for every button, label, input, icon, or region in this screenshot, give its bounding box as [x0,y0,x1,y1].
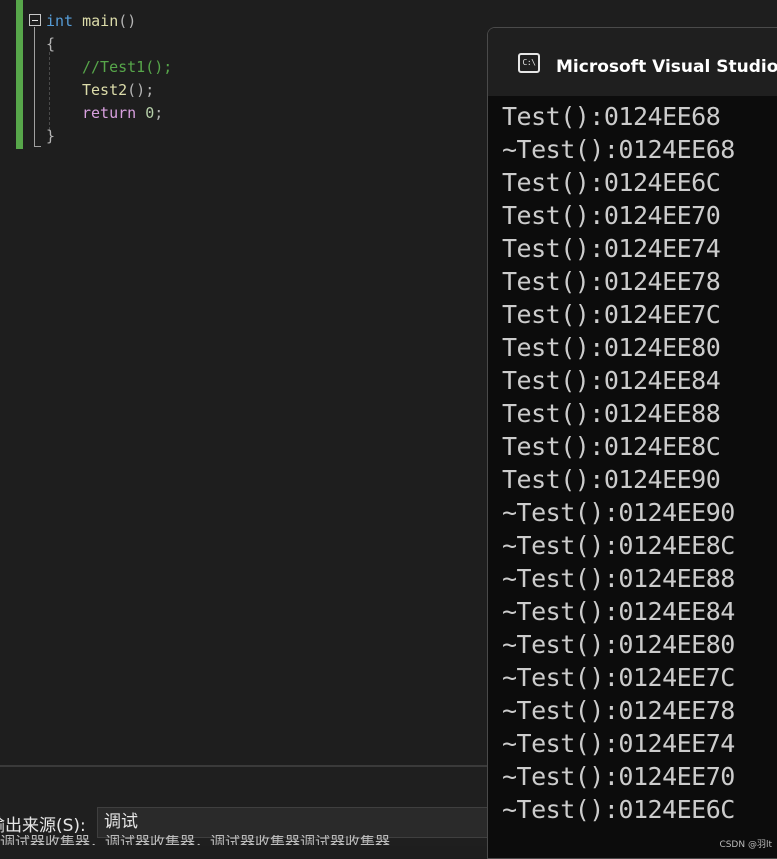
console-line: Test():0124EE6C [502,168,721,197]
code-token: //Test1(); [82,58,173,76]
console-title-bar[interactable]: C:\ Microsoft Visual Studio 调试 [488,28,777,96]
code-token: } [46,127,56,145]
output-source-dropdown[interactable]: 调试 [97,807,517,838]
console-line: Test():0124EE88 [502,399,721,428]
fold-guide-line [34,27,35,147]
output-source-label: 输出来源(S): [0,816,86,836]
console-line: ~Test():0124EE88 [502,564,735,593]
console-line: ~Test():0124EE78 [502,696,735,725]
console-output: Test():0124EE68 ~Test():0124EE68 Test():01… [502,100,735,826]
console-line: ~Test():0124EE7C [502,663,735,692]
code-token: Test2 [82,81,128,99]
code-line[interactable]: { [46,34,55,54]
collapse-toggle-icon[interactable] [29,14,41,26]
console-line: ~Test():0124EE90 [502,498,735,527]
console-line: Test():0124EE84 [502,366,721,395]
code-line[interactable]: int main() [46,11,136,31]
console-line: Test():0124EE74 [502,234,721,263]
code-token: main [82,12,119,30]
console-line: ~Test():0124EE6C [502,795,735,824]
console-app-icon: C:\ [518,53,540,73]
code-token: (); [127,81,155,99]
code-token: () [118,12,137,30]
code-token: int [46,12,74,30]
console-line: ~Test():0124EE84 [502,597,735,626]
console-line: ~Test():0124EE74 [502,729,735,758]
debug-console-window[interactable]: C:\ Microsoft Visual Studio 调试 Test():01… [487,27,777,859]
console-line: Test():0124EE7C [502,300,721,329]
code-line[interactable]: Test2(); [82,80,154,100]
indent-guide [49,52,50,130]
console-line: Test():0124EE8C [502,432,721,461]
console-line: ~Test():0124EE68 [502,135,735,164]
code-token: return [82,104,137,122]
console-line: ~Test():0124EE80 [502,630,735,659]
console-window-title: Microsoft Visual Studio 调试 [556,57,777,77]
code-token: 0 [145,104,155,122]
console-line: Test():0124EE68 [502,102,721,131]
console-line: ~Test():0124EE8C [502,531,735,560]
code-token: { [46,35,56,53]
change-tracking-bar [16,0,23,149]
code-line[interactable]: } [46,126,55,146]
fold-guide-end [34,146,41,147]
code-token: ; [154,104,164,122]
code-line[interactable]: //Test1(); [82,57,172,77]
console-line: Test():0124EE70 [502,201,721,230]
console-line: Test():0124EE80 [502,333,721,362]
console-line: ~Test():0124EE70 [502,762,735,791]
console-line: Test():0124EE78 [502,267,721,296]
code-line[interactable]: return 0; [82,103,163,123]
console-line: Test():0124EE90 [502,465,721,494]
